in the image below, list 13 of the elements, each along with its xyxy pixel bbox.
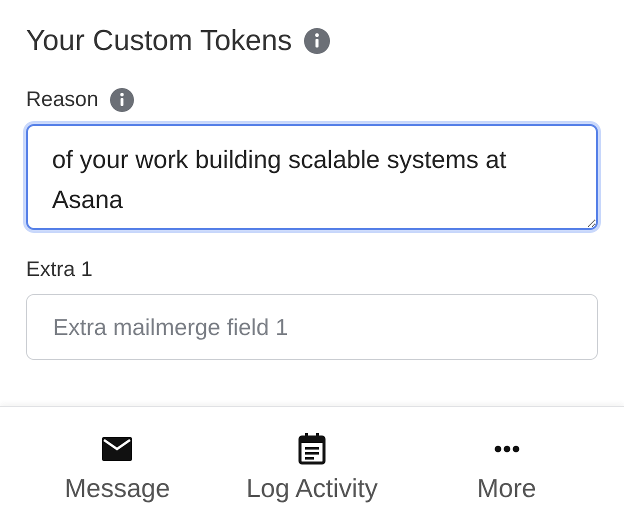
nav-tab[interactable]: Message — [27, 433, 208, 503]
section-title: Your Custom Tokens — [26, 24, 292, 59]
nav-tab[interactable]: Log Activity — [222, 433, 402, 503]
info-icon — [110, 88, 134, 112]
reason-field[interactable]: of your work building scalable systems at Asana — [26, 124, 598, 230]
field-label: Extra 1 — [26, 257, 93, 284]
info-icon — [304, 28, 330, 54]
more-icon — [494, 445, 520, 453]
extra-field[interactable]: Extra mailmerge field 1 — [26, 294, 598, 360]
calendar-icon — [298, 433, 326, 465]
nav-tab[interactable]: More — [416, 433, 597, 503]
field-label: Reason — [26, 87, 98, 114]
envelope-icon — [101, 436, 134, 462]
